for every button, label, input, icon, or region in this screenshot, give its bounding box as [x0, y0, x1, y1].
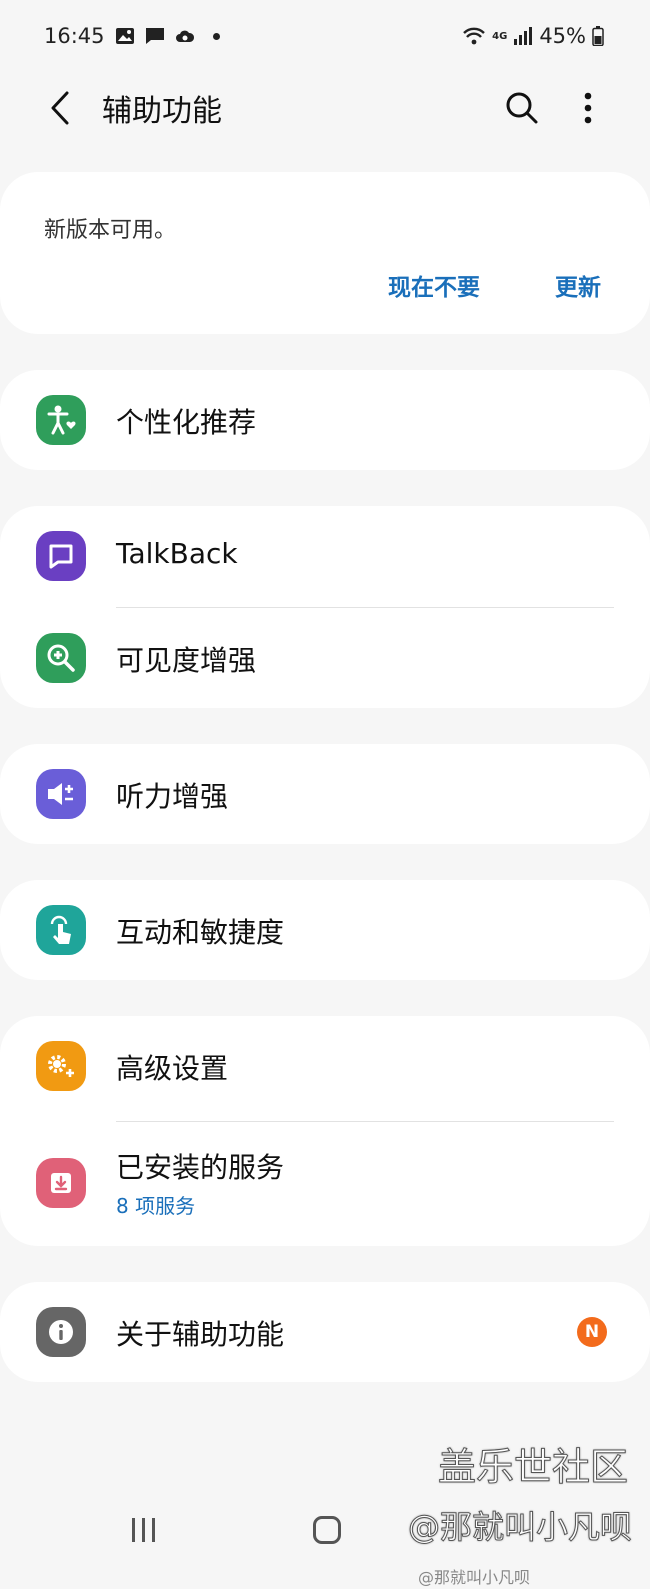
gallery-icon [115, 28, 134, 44]
item-talkback[interactable]: TalkBack [0, 506, 650, 606]
gear-plus-icon [36, 1041, 86, 1091]
signal-icon [514, 27, 533, 45]
battery-percent: 45% [539, 24, 586, 48]
message-icon [145, 28, 164, 44]
navigation-bar [0, 1510, 650, 1589]
touch-hand-icon [36, 905, 86, 955]
app-bar: 辅助功能 [0, 72, 650, 144]
zoom-in-icon [36, 633, 86, 683]
home-button[interactable] [313, 1516, 341, 1544]
info-icon [36, 1307, 86, 1357]
recent-apps-icon [132, 1518, 135, 1542]
item-sublabel: 8 项服务 [116, 1194, 196, 1218]
more-options-button[interactable] [568, 84, 608, 132]
accessibility-person-icon [36, 395, 86, 445]
update-button[interactable]: 更新 [555, 268, 601, 302]
item-installed-services[interactable]: 已安装的服务 8 项服务 [0, 1122, 650, 1246]
item-label: 关于辅助功能 [116, 1318, 285, 1351]
page-title: 辅助功能 [102, 94, 222, 129]
item-personalized[interactable]: 个性化推荐 [0, 370, 650, 470]
card-advanced: 高级设置 已安装的服务 8 项服务 [0, 1016, 650, 1246]
update-message: 新版本可用。 [44, 218, 177, 243]
new-badge: N [577, 1317, 607, 1347]
item-interaction[interactable]: 互动和敏捷度 [0, 880, 650, 980]
back-arrow-icon [51, 91, 69, 125]
not-now-button[interactable]: 现在不要 [388, 268, 480, 302]
item-label: TalkBack [116, 537, 238, 570]
download-box-icon [36, 1158, 86, 1208]
volume-adjust-icon [36, 769, 86, 819]
item-label: 个性化推荐 [116, 406, 257, 439]
status-bar: 16:45 4G 45% [0, 0, 650, 72]
item-label: 可见度增强 [116, 644, 257, 677]
search-button[interactable] [498, 84, 546, 132]
recent-apps-button[interactable] [132, 1518, 155, 1542]
item-label: 听力增强 [116, 780, 229, 813]
item-label: 互动和敏捷度 [116, 916, 285, 949]
card-hearing: 听力增强 [0, 744, 650, 844]
item-about[interactable]: 关于辅助功能 N [0, 1282, 650, 1382]
watermark-community: 盖乐世社区 [437, 1445, 628, 1490]
notification-dot-icon [212, 32, 220, 40]
item-label: 已安装的服务 [116, 1151, 285, 1184]
status-time: 16:45 [44, 24, 105, 48]
item-visibility[interactable]: 可见度增强 [0, 608, 650, 708]
update-card: 新版本可用。 现在不要 更新 [0, 172, 650, 334]
wifi-icon [463, 27, 485, 45]
network-type: 4G [492, 30, 508, 42]
item-hearing[interactable]: 听力增强 [0, 744, 650, 844]
item-advanced-settings[interactable]: 高级设置 [0, 1016, 650, 1116]
more-vert-icon [584, 92, 592, 124]
card-interaction: 互动和敏捷度 [0, 880, 650, 980]
talkback-icon [36, 531, 86, 581]
search-icon [506, 92, 538, 124]
card-personalized: 个性化推荐 [0, 370, 650, 470]
battery-icon [592, 26, 604, 46]
back-button[interactable] [40, 84, 80, 132]
item-label: 高级设置 [116, 1052, 229, 1085]
cloud-sync-icon [175, 30, 194, 42]
card-about: 关于辅助功能 N [0, 1282, 650, 1382]
card-vision: TalkBack 可见度增强 [0, 506, 650, 708]
